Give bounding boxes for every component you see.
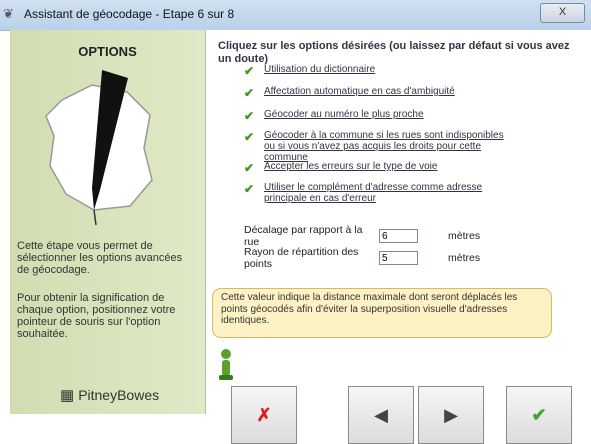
- option-label: Utiliser le complément d'adresse comme a…: [264, 182, 483, 204]
- offset-input[interactable]: [379, 229, 418, 243]
- assistant-person-icon: [219, 349, 233, 380]
- logo-icon: ▦: [60, 387, 75, 404]
- check-icon: ✔: [244, 182, 255, 196]
- offset-label: Décalage par rapport à la rue: [244, 224, 363, 248]
- check-icon: ✔: [244, 64, 255, 78]
- main-panel: Cliquez sur les options désirées (ou lai…: [206, 30, 591, 444]
- panel-title: OPTIONS: [78, 44, 137, 59]
- radius-unit: mètres: [448, 252, 481, 264]
- offset-unit: mètres: [448, 230, 481, 242]
- app-icon: ❦: [3, 6, 14, 21]
- radius-label: Rayon de répartition des points: [244, 246, 359, 270]
- radius-row: Rayon de répartition des points mètres: [244, 246, 481, 270]
- pitney-bowes-logo: ▦ PitneyBowes: [60, 386, 159, 404]
- next-button[interactable]: ▶: [418, 386, 484, 444]
- option-nearest-number[interactable]: ✔ Géocoder au numéro le plus proche: [244, 109, 514, 123]
- left-panel: OPTIONS Cette étape vous permet de sélec…: [10, 30, 206, 414]
- finish-button[interactable]: ✔: [506, 386, 572, 444]
- check-icon: ✔: [244, 86, 255, 100]
- radius-input[interactable]: [379, 251, 418, 265]
- option-label: Utilisation du dictionnaire: [264, 64, 376, 75]
- previous-button[interactable]: ◀: [348, 386, 414, 444]
- title-bar: ❦ Assistant de géocodage - Etape 6 sur 8…: [0, 0, 591, 31]
- option-auto-assign[interactable]: ✔ Affectation automatique en cas d'ambig…: [244, 86, 514, 100]
- tooltip-bubble: Cette valeur indique la distance maximal…: [212, 288, 552, 338]
- window-title: Assistant de géocodage - Etape 6 sur 8: [24, 7, 235, 21]
- instructions-heading: Cliquez sur les options désirées (ou lai…: [218, 40, 570, 65]
- check-icon: ✔: [244, 109, 255, 123]
- help-text-intro: Cette étape vous permet de sélectionner …: [17, 240, 183, 276]
- option-label: Géocoder à la commune si les rues sont i…: [264, 130, 504, 163]
- option-commune[interactable]: ✔ Géocoder à la commune si les rues sont…: [244, 130, 514, 163]
- option-label: Accepter les erreurs sur le type de voie: [264, 161, 438, 172]
- offset-row: Décalage par rapport à la rue mètres: [244, 224, 481, 248]
- option-dictionary[interactable]: ✔ Utilisation du dictionnaire: [244, 64, 514, 78]
- option-address-complement[interactable]: ✔ Utiliser le complément d'adresse comme…: [244, 182, 514, 204]
- close-button[interactable]: X: [540, 3, 585, 23]
- option-street-type-errors[interactable]: ✔ Accepter les erreurs sur le type de vo…: [244, 161, 514, 175]
- option-label: Géocoder au numéro le plus proche: [264, 109, 424, 120]
- check-icon: ✔: [244, 161, 255, 175]
- logo-text: PitneyBowes: [78, 387, 160, 403]
- help-text-hover: Pour obtenir la signification de chaque …: [17, 292, 176, 340]
- check-icon: ✔: [244, 130, 255, 144]
- option-label: Affectation automatique en cas d'ambigui…: [264, 86, 455, 97]
- cancel-button[interactable]: ✗: [231, 386, 297, 444]
- france-pen-illustration: [45, 70, 153, 226]
